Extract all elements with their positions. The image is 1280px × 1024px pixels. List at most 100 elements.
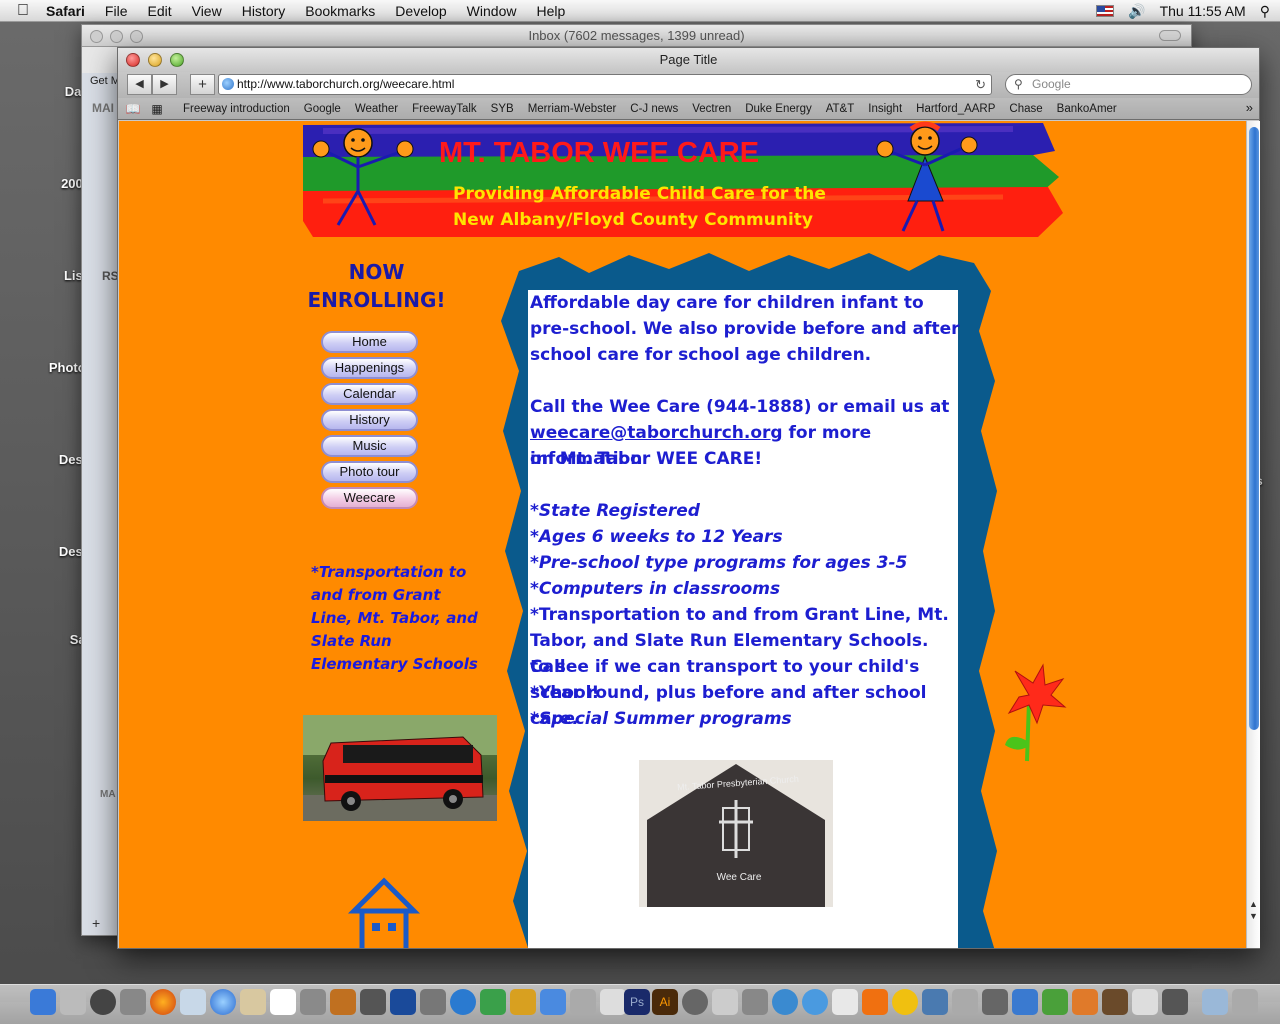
nav-history-button[interactable]: History (321, 409, 418, 431)
volume-icon[interactable]: 🔊 (1128, 3, 1145, 20)
itunes-icon[interactable] (450, 989, 476, 1015)
input-flag-icon[interactable] (1096, 5, 1115, 17)
nav-weecare-button[interactable]: Weecare (321, 487, 418, 509)
intro-text: school care for school age children. (530, 345, 872, 365)
app-icon[interactable] (1102, 989, 1128, 1015)
close-window-button[interactable] (126, 53, 140, 67)
bookmark-syb[interactable]: SYB (484, 103, 521, 115)
app-icon[interactable] (1162, 989, 1188, 1015)
menu-develop[interactable]: Develop (385, 3, 456, 19)
menu-edit[interactable]: Edit (137, 3, 181, 19)
menu-view[interactable]: View (182, 3, 232, 19)
minimize-window-button[interactable] (148, 53, 162, 67)
utility-icon[interactable] (570, 989, 596, 1015)
preview-icon[interactable] (300, 989, 326, 1015)
safari-window[interactable]: Page Title ◀ ▶ + http://www.taborchurch.… (117, 47, 1260, 949)
firefox-icon[interactable] (150, 989, 176, 1015)
add-mailbox-button[interactable]: + (92, 915, 100, 931)
camera-icon[interactable] (982, 989, 1008, 1015)
book-icon[interactable]: 📖 (124, 102, 142, 116)
nav-photo-tour-button[interactable]: Photo tour (321, 461, 418, 483)
ical-icon[interactable] (270, 989, 296, 1015)
bookmark-freeway-introduction[interactable]: Freeway introduction (176, 103, 297, 115)
iphoto-icon[interactable] (330, 989, 356, 1015)
imovie-icon[interactable] (360, 989, 386, 1015)
final-cut-icon[interactable] (420, 989, 446, 1015)
bookmark-freewaytalk[interactable]: FreewayTalk (405, 103, 484, 115)
search-field[interactable]: ⚲ Google (1005, 74, 1252, 95)
acrobat-icon[interactable] (832, 989, 858, 1015)
email-link[interactable]: weecare@taborchurch.org (530, 423, 783, 443)
bookmark-insight[interactable]: Insight (861, 103, 909, 115)
vlc-icon[interactable] (862, 989, 888, 1015)
vertical-scrollbar[interactable]: ▲ ▼ (1246, 121, 1260, 948)
bookmark-att[interactable]: AT&T (819, 103, 862, 115)
menu-window[interactable]: Window (457, 3, 527, 19)
more-bookmarks-chevron-icon[interactable]: » (1246, 100, 1253, 115)
app-icon[interactable] (1132, 989, 1158, 1015)
textedit-icon[interactable] (390, 989, 416, 1015)
add-bookmark-button[interactable]: + (190, 74, 215, 95)
nav-happenings-button[interactable]: Happenings (321, 357, 418, 379)
header-banner: MT. TABOR WEE CARE Providing Affordable … (303, 121, 1063, 239)
bookmark-chase[interactable]: Chase (1002, 103, 1049, 115)
bookmark-weather[interactable]: Weather (348, 103, 405, 115)
scrollbar-thumb[interactable] (1249, 127, 1259, 730)
safari-icon[interactable] (210, 989, 236, 1015)
app-icon[interactable] (952, 989, 978, 1015)
headphones-icon[interactable] (510, 989, 536, 1015)
quicktime-icon[interactable] (772, 989, 798, 1015)
app-icon[interactable] (1042, 989, 1068, 1015)
flash-icon[interactable] (892, 989, 918, 1015)
time-machine-icon[interactable] (682, 989, 708, 1015)
app-icon[interactable] (1012, 989, 1038, 1015)
forward-button[interactable]: ▶ (152, 74, 177, 95)
bookmark-google[interactable]: Google (297, 103, 348, 115)
toolbar-toggle-button[interactable] (1159, 30, 1181, 41)
bookmark-cj-news[interactable]: C-J news (623, 103, 685, 115)
folder-icon[interactable] (1202, 989, 1228, 1015)
media-player-icon[interactable] (802, 989, 828, 1015)
address-bar[interactable]: http://www.taborchurch.org/weecare.html … (218, 74, 992, 95)
reload-icon[interactable]: ↻ (975, 75, 986, 94)
menu-help[interactable]: Help (526, 3, 575, 19)
system-preferences-icon[interactable] (120, 989, 146, 1015)
bookmark-duke-energy[interactable]: Duke Energy (738, 103, 818, 115)
garageband-icon[interactable] (480, 989, 506, 1015)
dashboard-icon[interactable] (90, 989, 116, 1015)
calculator-icon[interactable] (60, 989, 86, 1015)
menu-clock[interactable]: Thu 11:55 AM (1160, 3, 1246, 19)
zoom-window-button[interactable] (170, 53, 184, 67)
finder-icon[interactable] (30, 989, 56, 1015)
menu-bar:  Safari File Edit View History Bookmark… (0, 0, 1280, 22)
ichat-icon[interactable] (540, 989, 566, 1015)
scroll-down-arrow-icon[interactable]: ▼ (1249, 911, 1258, 921)
illustrator-icon[interactable]: Ai (652, 989, 678, 1015)
automator-icon[interactable] (742, 989, 768, 1015)
spotlight-icon[interactable]: ⚲ (1260, 3, 1270, 20)
menu-bookmarks[interactable]: Bookmarks (295, 3, 385, 19)
menu-history[interactable]: History (232, 3, 296, 19)
app-icon[interactable] (1072, 989, 1098, 1015)
top-sites-grid-icon[interactable]: ▦ (148, 102, 166, 116)
app-icon[interactable] (600, 989, 626, 1015)
trash-icon[interactable] (1232, 989, 1258, 1015)
back-button[interactable]: ◀ (127, 74, 152, 95)
scroll-up-arrow-icon[interactable]: ▲ (1249, 899, 1258, 909)
menu-app-safari[interactable]: Safari (46, 3, 95, 19)
nav-music-button[interactable]: Music (321, 435, 418, 457)
photoshop-icon[interactable]: Ps (624, 989, 650, 1015)
apple-menu-icon[interactable]:  (0, 2, 46, 20)
bookmark-bankoamer[interactable]: BankoAmer (1050, 103, 1124, 115)
network-icon[interactable] (922, 989, 948, 1015)
bookmark-hartford-aarp[interactable]: Hartford_AARP (909, 103, 1002, 115)
bookmark-vectren[interactable]: Vectren (685, 103, 738, 115)
get-mail-button[interactable]: Get M (90, 75, 120, 87)
menu-file[interactable]: File (95, 3, 138, 19)
mail-icon[interactable] (180, 989, 206, 1015)
nav-calendar-button[interactable]: Calendar (321, 383, 418, 405)
bookmark-merriam-webster[interactable]: Merriam-Webster (521, 103, 624, 115)
address-book-icon[interactable] (240, 989, 266, 1015)
installer-icon[interactable] (712, 989, 738, 1015)
nav-home-button[interactable]: Home (321, 331, 418, 353)
